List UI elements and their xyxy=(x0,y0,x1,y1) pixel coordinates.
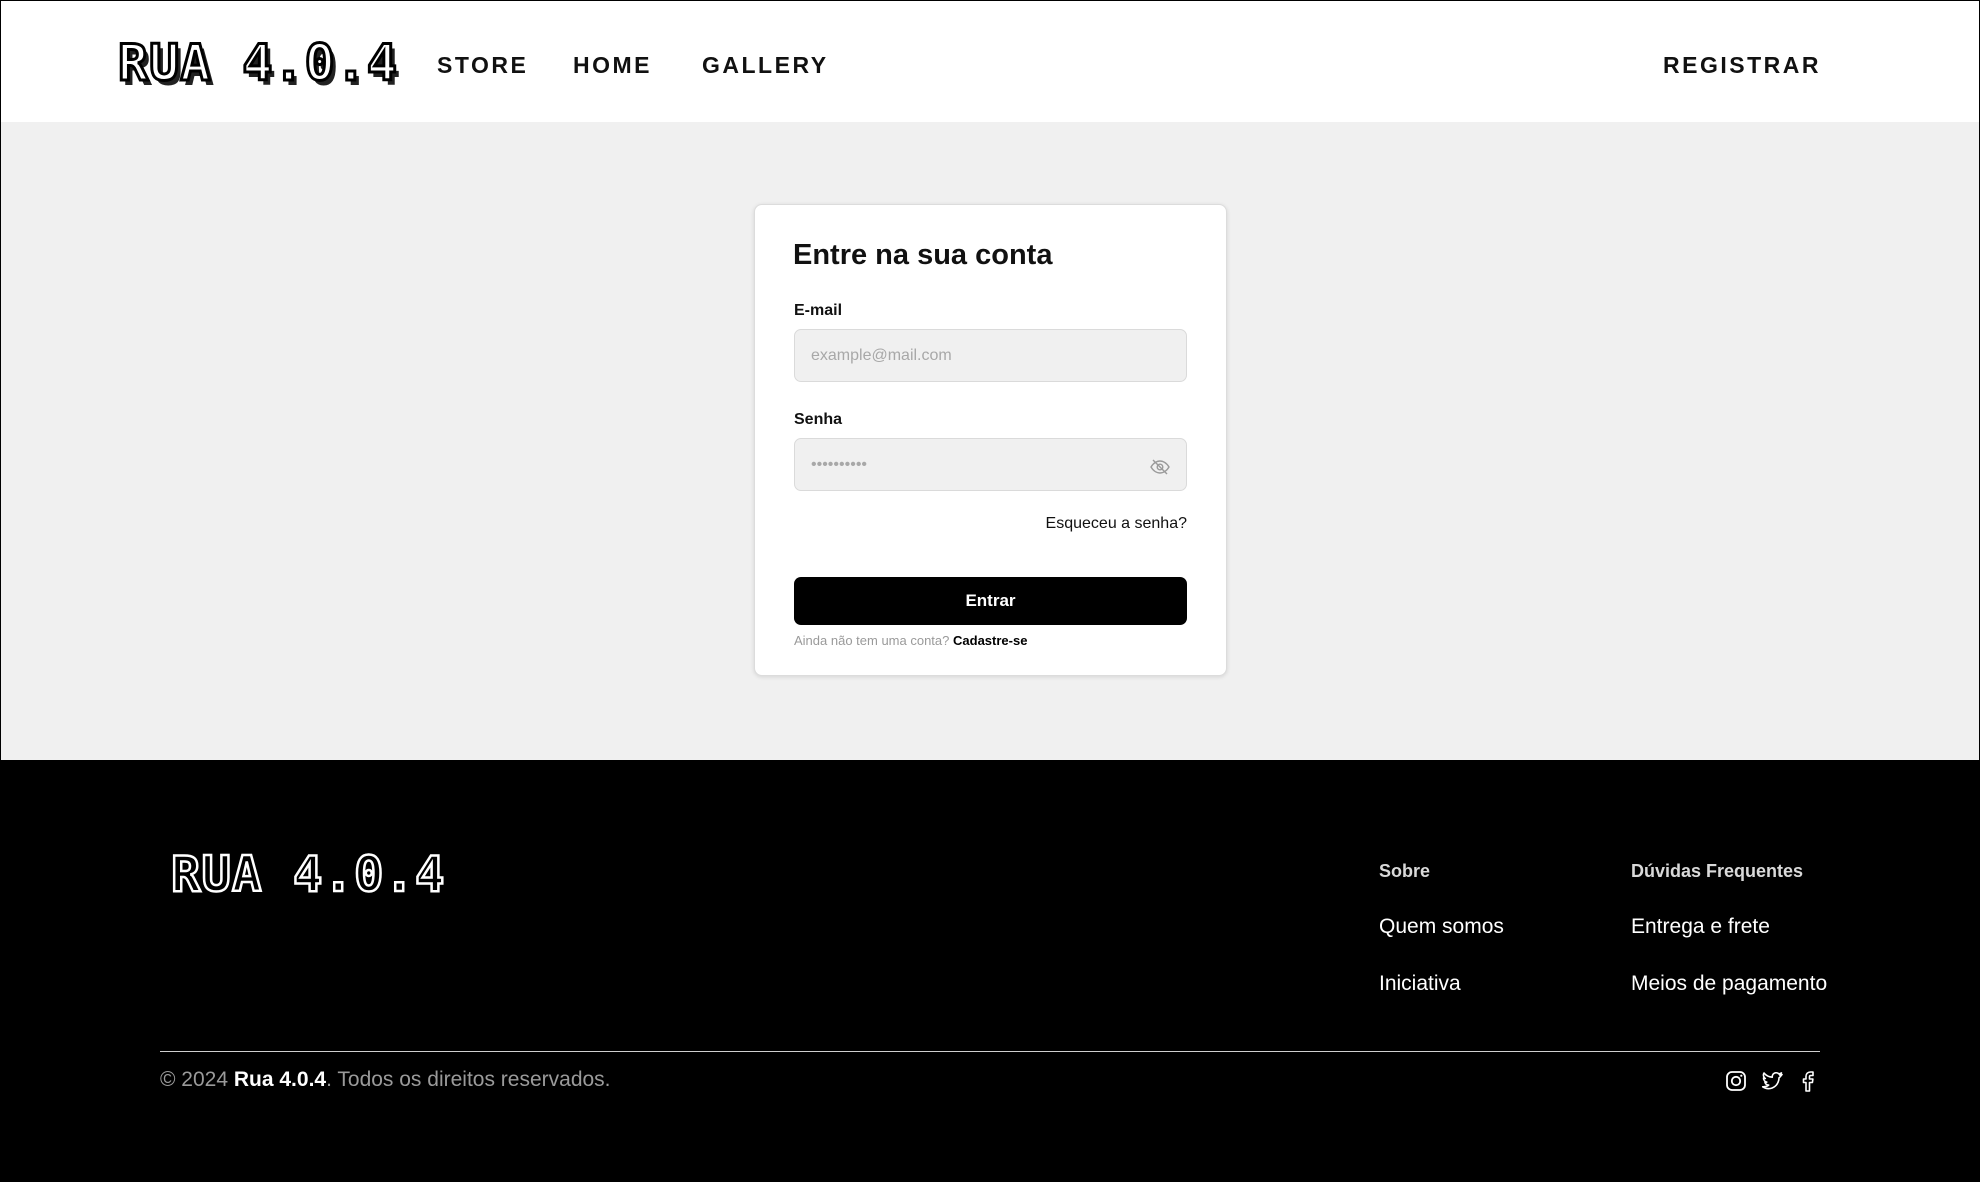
copyright-text: . Todos os direitos reservados. xyxy=(326,1068,611,1091)
site-header: RUA 4.0.4 STORE HOME GALLERY REGISTRAR xyxy=(0,0,1980,122)
forgot-password-link[interactable]: Esqueceu a senha? xyxy=(1046,515,1187,533)
site-logo[interactable]: RUA 4.0.4 xyxy=(117,37,399,90)
login-card: Entre na sua conta E-mail Senha Esqueceu… xyxy=(754,204,1227,676)
nav-gallery[interactable]: GALLERY xyxy=(702,52,829,79)
eye-off-icon[interactable] xyxy=(1150,459,1170,475)
footer-heading-faq: Dúvidas Frequentes xyxy=(1631,861,1804,881)
login-button[interactable]: Entrar xyxy=(794,577,1187,625)
copyright-year: © 2024 xyxy=(160,1068,229,1091)
footer-link-pagamento[interactable]: Meios de pagamento xyxy=(1631,972,1827,996)
twitter-icon[interactable] xyxy=(1760,1069,1784,1093)
footer-logo[interactable]: RUA 4.0.4 xyxy=(170,848,446,901)
instagram-icon[interactable] xyxy=(1724,1069,1748,1093)
footer-link-quem-somos[interactable]: Quem somos xyxy=(1379,915,1504,939)
email-field[interactable] xyxy=(794,329,1187,382)
copyright: © 2024 Rua 4.0.4. Todos os direitos rese… xyxy=(160,1068,611,1092)
password-label: Senha xyxy=(794,411,843,428)
copyright-brand: Rua 4.0.4 xyxy=(233,1068,327,1091)
facebook-icon[interactable] xyxy=(1796,1069,1820,1093)
login-title: Entre na sua conta xyxy=(793,239,1053,271)
site-footer: RUA 4.0.4 Sobre Quem somos Iniciativa Dú… xyxy=(0,760,1980,1182)
password-field[interactable] xyxy=(794,438,1187,491)
email-label: E-mail xyxy=(794,302,843,319)
footer-heading-sobre: Sobre xyxy=(1379,861,1431,881)
main-content: Entre na sua conta E-mail Senha Esqueceu… xyxy=(0,122,1980,760)
register-link[interactable]: REGISTRAR xyxy=(1663,52,1821,79)
nav-store[interactable]: STORE xyxy=(437,52,528,79)
signup-row: Ainda não tem uma conta? Cadastre-se xyxy=(794,631,1027,651)
signup-prompt: Ainda não tem uma conta? xyxy=(794,633,950,648)
footer-divider xyxy=(160,1051,1820,1052)
signup-link[interactable]: Cadastre-se xyxy=(953,633,1027,648)
nav-home[interactable]: HOME xyxy=(573,52,652,79)
footer-link-entrega[interactable]: Entrega e frete xyxy=(1631,915,1770,939)
footer-link-iniciativa[interactable]: Iniciativa xyxy=(1379,972,1461,996)
